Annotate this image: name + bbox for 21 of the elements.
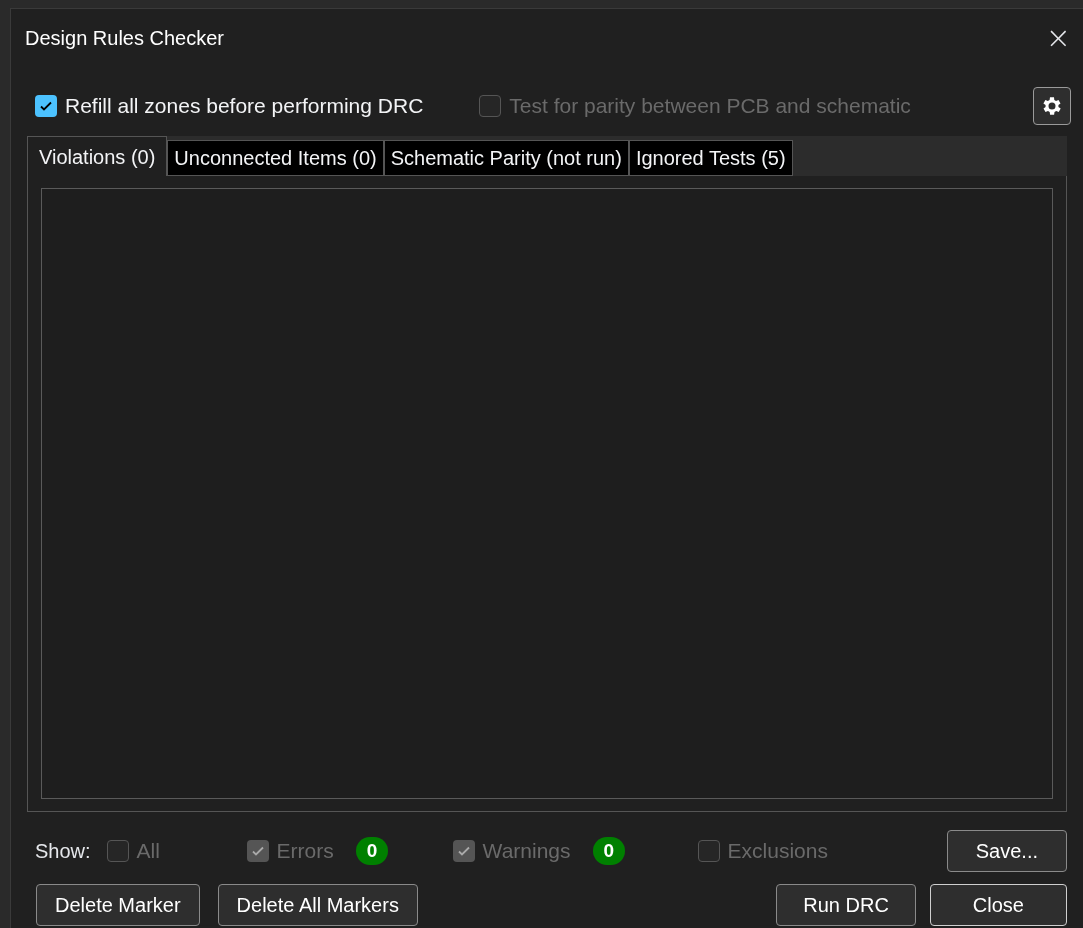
- checkbox-label: Exclusions: [727, 838, 828, 865]
- checkbox[interactable]: [35, 95, 57, 117]
- checkbox-label: All: [136, 838, 160, 865]
- button[interactable]: Delete All Markers: [217, 884, 418, 926]
- count-badge: 0: [592, 837, 626, 865]
- checkbox-label: Refill all zones before performing DRC: [65, 93, 424, 120]
- tab[interactable]: Schematic Parity (not run): [383, 140, 629, 176]
- button[interactable]: Run DRC: [776, 884, 916, 926]
- checkbox-label: Test for parity between PCB and schematic: [509, 93, 911, 120]
- save-button[interactable]: Save...: [946, 830, 1067, 872]
- checkbox-label: Errors: [276, 838, 334, 865]
- tab[interactable]: Ignored Tests (5): [628, 140, 793, 176]
- count-badge: 0: [355, 837, 389, 865]
- window-title: Design Rules Checker: [25, 26, 224, 51]
- show-label: Show:: [35, 839, 91, 864]
- checkbox-label: Warnings: [482, 838, 571, 865]
- button[interactable]: Close: [929, 884, 1067, 926]
- settings-button[interactable]: [1033, 87, 1071, 125]
- button[interactable]: Delete Marker: [36, 884, 200, 926]
- tab[interactable]: Violations (0): [27, 136, 168, 176]
- tab[interactable]: Unconnected Items (0): [167, 140, 384, 176]
